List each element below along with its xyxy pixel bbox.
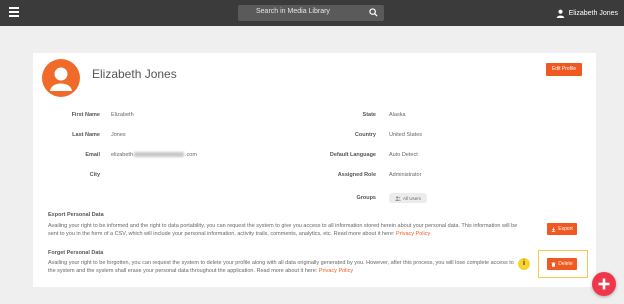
groups-label: Groups [356, 195, 376, 201]
menu-icon[interactable] [9, 7, 19, 17]
state-value: Alaska [389, 112, 406, 118]
search-input[interactable]: Search in Media Library [238, 5, 384, 21]
forget-privacy-link[interactable]: Privacy Policy [319, 268, 353, 274]
city-label: City [89, 172, 100, 178]
first-name-label: First Name [71, 112, 100, 118]
info-icon[interactable]: i [518, 258, 530, 270]
export-privacy-link[interactable]: Privacy Policy [396, 231, 430, 237]
top-bar: Search in Media Library Elizabeth Jones [0, 0, 624, 26]
user-name: Elizabeth Jones [568, 9, 618, 17]
edit-profile-button[interactable]: Edit Profile [546, 63, 582, 76]
state-label: State [362, 112, 376, 118]
forget-title: Forget Personal Data [48, 250, 104, 256]
search-icon[interactable] [369, 8, 378, 17]
last-name-value: Jones [111, 132, 126, 138]
email-value-suffix: .com [185, 152, 197, 158]
export-description: Availing your right to be informed and t… [48, 222, 520, 239]
default-language-value: Auto Detect [389, 152, 418, 158]
email-value: elizabeth .com [111, 152, 197, 158]
user-icon [556, 9, 564, 18]
profile-name: Elizabeth Jones [92, 67, 177, 81]
group-chip-label: All Users [402, 195, 421, 201]
delete-button-label: Delete [558, 261, 573, 267]
trash-icon [551, 261, 556, 267]
search-placeholder: Search in Media Library [256, 8, 330, 15]
export-title: Export Personal Data [48, 212, 104, 218]
country-value: United States [389, 132, 423, 138]
last-name-label: Last Name [72, 132, 100, 138]
email-value-prefix: elizabeth [111, 152, 134, 158]
plus-icon [598, 278, 610, 290]
users-icon [395, 195, 401, 201]
avatar-person-icon [50, 67, 72, 91]
user-menu[interactable]: Elizabeth Jones [556, 7, 618, 19]
export-text: Availing your right to be informed and t… [48, 223, 518, 238]
profile-card [33, 53, 596, 287]
first-name-value: Elizabeth [111, 112, 134, 118]
export-button-label: Export [558, 226, 573, 232]
default-language-label: Default Language [329, 152, 376, 158]
add-fab-button[interactable] [592, 272, 616, 296]
delete-button[interactable]: Delete [547, 258, 577, 270]
assigned-role-label: Assigned Role [337, 172, 376, 178]
avatar [42, 59, 80, 97]
export-button[interactable]: Export [547, 223, 577, 235]
forget-text: Availing your right to be forgotten, you… [48, 260, 514, 275]
download-icon [552, 227, 556, 232]
assigned-role-value: Administrator [389, 172, 422, 178]
country-label: Country [354, 132, 376, 138]
email-label: Email [85, 152, 100, 158]
forget-description: Availing your right to be forgotten, you… [48, 259, 520, 276]
group-chip: All Users [389, 193, 427, 203]
email-redacted [134, 152, 185, 158]
